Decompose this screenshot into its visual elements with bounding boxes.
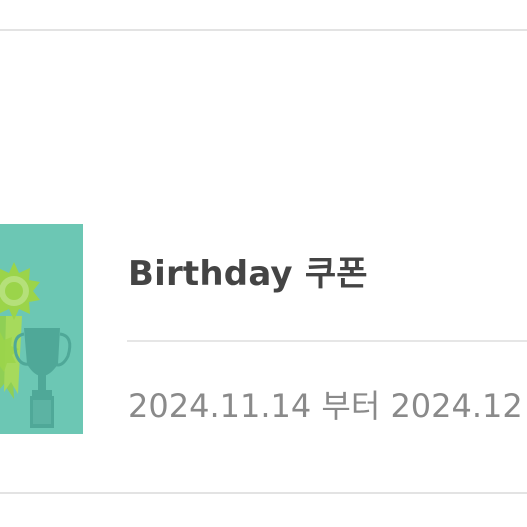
bottom-divider — [0, 492, 527, 494]
coupon-card-birthday[interactable]: Birthday 쿠폰 2024.11.14 부터 2024.12 — [0, 224, 527, 434]
top-divider — [0, 29, 527, 31]
coupon-thumbnail — [0, 224, 83, 434]
coupon-validity-period: 2024.11.14 부터 2024.12 — [128, 387, 523, 425]
coupon-title: Birthday 쿠폰 — [128, 254, 368, 294]
coupon-divider — [127, 340, 527, 342]
coupon-list-page: Birthday 쿠폰 2024.11.14 부터 2024.12 — [0, 0, 527, 527]
